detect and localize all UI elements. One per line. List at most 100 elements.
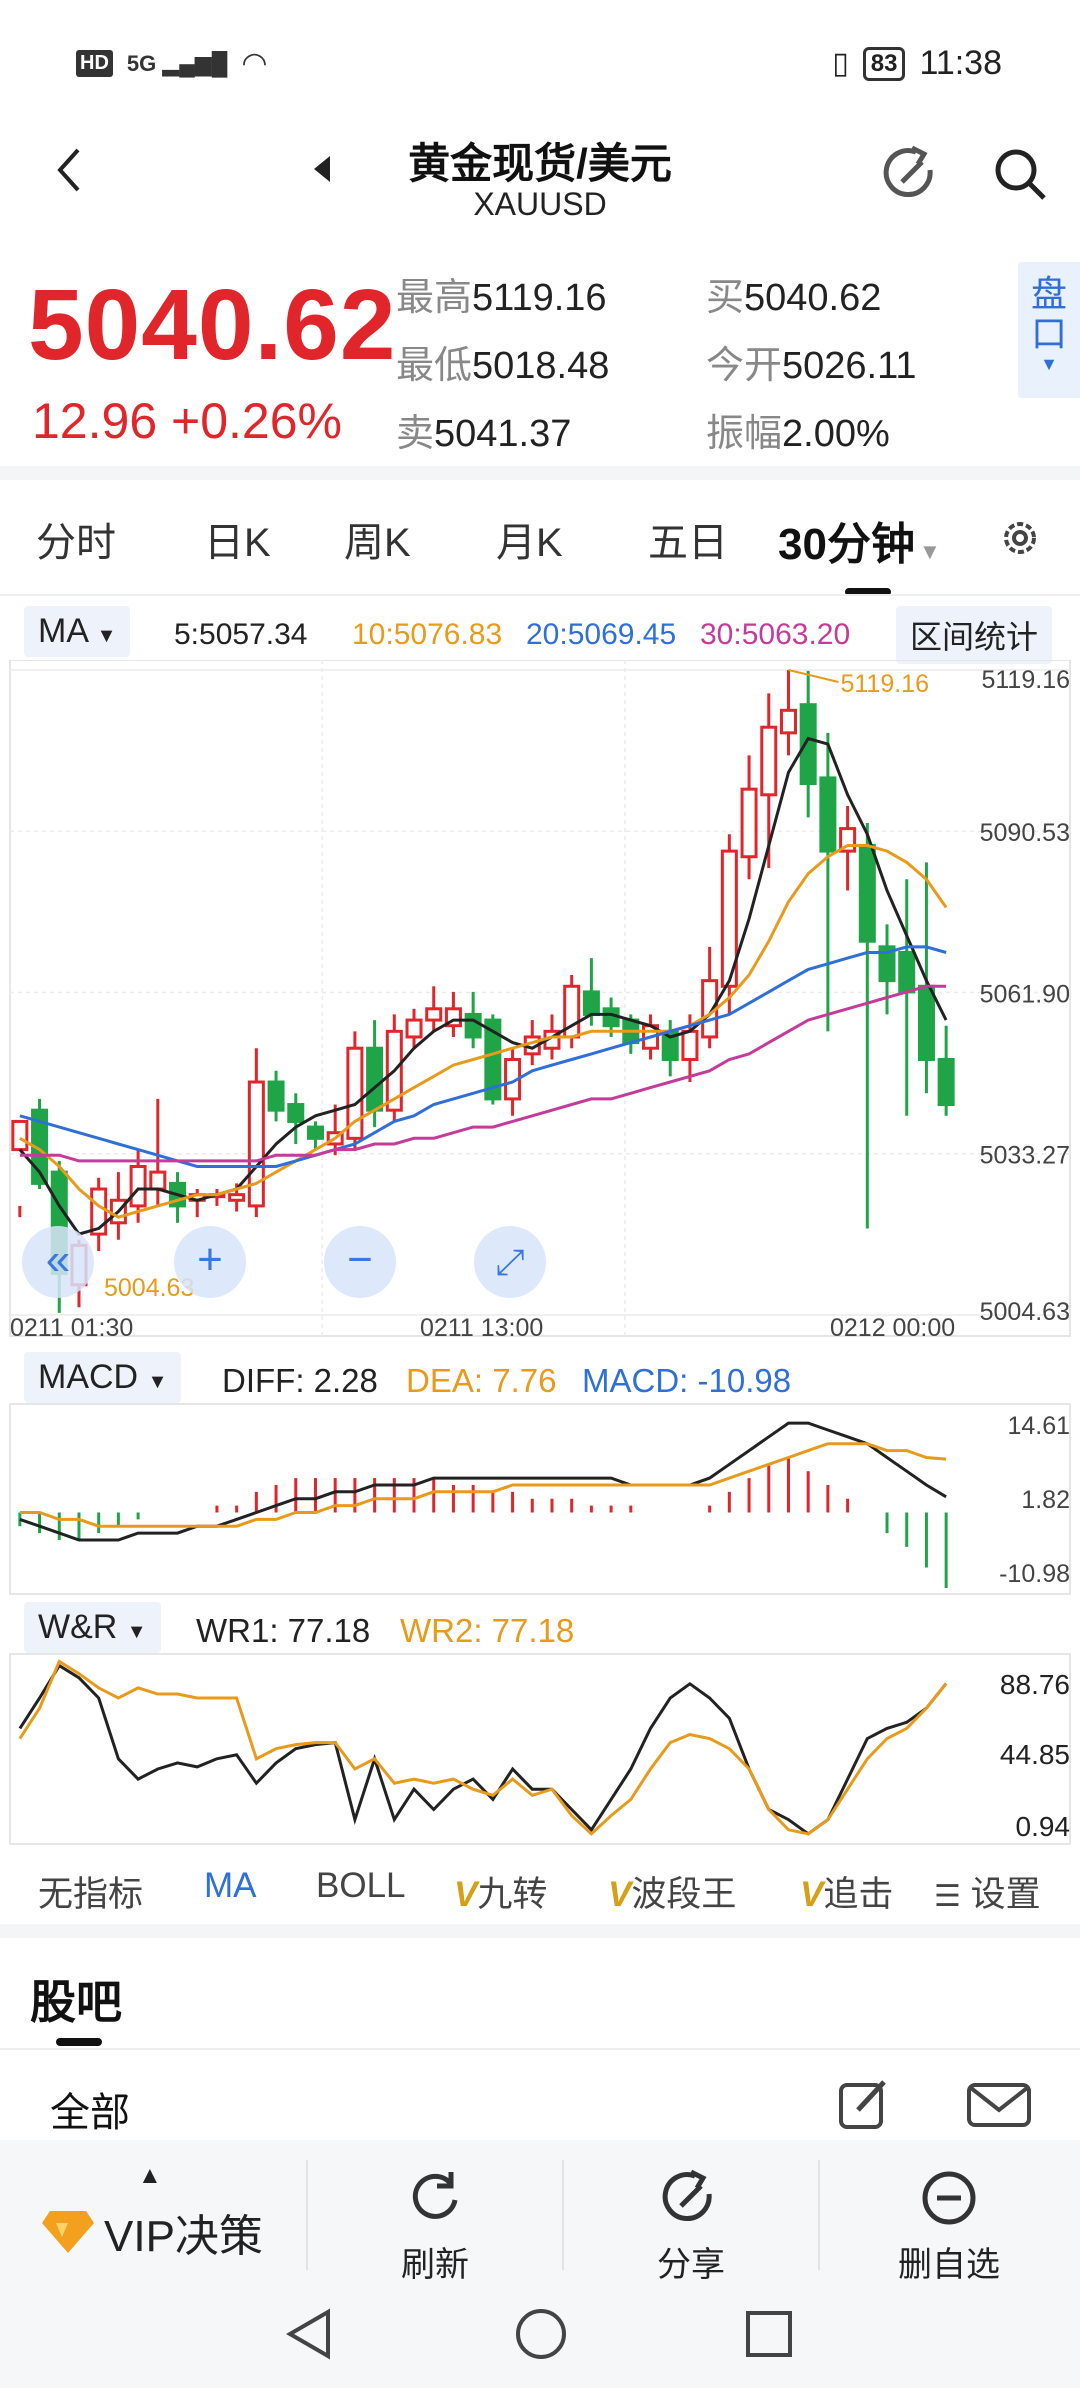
vip-v-icon: V — [454, 1875, 478, 1914]
community-filter-all[interactable]: 全部 — [50, 2080, 130, 2138]
vip-v-icon: V — [800, 1875, 824, 1914]
order-book-label: 盘口 — [1030, 273, 1067, 354]
wr-tick-label: 44.85 — [1000, 1739, 1070, 1770]
community-tab-indicator — [56, 2038, 102, 2046]
candle-body — [11, 1119, 29, 1152]
indicator-none[interactable]: 无指标 — [38, 1866, 143, 1917]
share-icon — [883, 145, 933, 198]
candle-body — [819, 776, 837, 853]
macd-value: MACD: -10.98 — [582, 1362, 792, 1399]
expand-icon: ⤢ — [495, 1241, 525, 1282]
ma-selector[interactable]: MA ▼ — [24, 606, 131, 657]
tab-weekly-k[interactable]: 周K — [344, 510, 411, 568]
chart-frame — [9, 660, 1071, 1337]
edit-icon — [839, 2080, 886, 2129]
current-price: 5040.62 — [28, 269, 397, 381]
candle-body — [898, 950, 916, 994]
order-book-button[interactable]: 盘口 ▼ — [1018, 262, 1080, 398]
stat-open: 今开5026.11 — [706, 334, 917, 389]
status-right: ▯ 83 11:38 — [832, 44, 1002, 83]
tab-monthly-k[interactable]: 月K — [496, 510, 563, 568]
status-left-icons: HD 5G ▂▄▆█ ◠ — [76, 46, 268, 81]
macd-selector-label: MACD — [38, 1358, 139, 1396]
zoom-in-button[interactable]: + — [174, 1226, 246, 1298]
candle-body — [366, 1046, 384, 1112]
circle-home-icon — [516, 2309, 566, 2359]
range-stats-button[interactable]: 区间统计 — [896, 606, 1053, 664]
tab-30min[interactable]: 30分钟 ▼ — [778, 508, 941, 572]
gear-icon — [1004, 522, 1036, 554]
search-button[interactable] — [990, 144, 1050, 209]
scroll-left-button[interactable]: « — [22, 1226, 94, 1298]
share-button-top[interactable] — [882, 144, 942, 209]
minus-icon: − — [347, 1235, 373, 1284]
price-tick-label: 5061.90 — [980, 980, 1070, 1008]
candle-body — [937, 1057, 955, 1107]
sliders-icon: ☰ — [934, 1880, 961, 1913]
macd-tick-label: 1.82 — [1021, 1486, 1070, 1514]
community-title[interactable]: 股吧 — [30, 1966, 122, 2032]
stat-high-value: 5119.16 — [472, 277, 607, 319]
ma-selector-label: MA — [38, 612, 88, 650]
indicator-boduanwang[interactable]: V波段王 — [608, 1866, 736, 1917]
high-marker-label: 5119.16 — [840, 670, 929, 698]
system-recents-button[interactable] — [744, 2306, 794, 2367]
macd-frame — [9, 1403, 1071, 1595]
bar-divider — [562, 2160, 564, 2270]
caret-down-icon: ▼ — [147, 1371, 168, 1393]
clock: 11:38 — [919, 44, 1002, 82]
stat-sell-value: 5041.37 — [434, 413, 572, 455]
vip-decision-button[interactable]: VIP决策 — [40, 2200, 263, 2264]
community-divider — [0, 2048, 1080, 2050]
vibrate-icon: ▯ — [832, 47, 849, 80]
stat-amp-label: 振幅 — [706, 413, 783, 455]
zoom-out-button[interactable]: − — [324, 1226, 396, 1298]
wr-chart[interactable]: 88.76 44.85 0.94 — [0, 1652, 1080, 1848]
share-label: 分享 — [657, 2246, 725, 2284]
mail-icon — [967, 2083, 1031, 2127]
candle-body — [779, 708, 797, 735]
wr-tick-label: 0.94 — [1016, 1811, 1071, 1842]
indicator-zhuiji[interactable]: V追击 — [800, 1866, 920, 1917]
chart-settings-button[interactable] — [996, 514, 1044, 567]
ma10-value: 10:5076.83 — [352, 618, 503, 651]
stat-amplitude: 振幅2.00% — [706, 402, 890, 457]
messages-button[interactable] — [966, 2082, 1032, 2133]
ma20-value: 20:5069.45 — [526, 618, 677, 651]
high-marker-line — [788, 669, 839, 683]
tab-intraday[interactable]: 分时 — [36, 510, 116, 568]
remove-watchlist-button[interactable]: 删自选 — [872, 2168, 1026, 2286]
wr-selector[interactable]: W&R ▼ — [24, 1602, 161, 1653]
caret-down-icon: ▼ — [126, 1621, 147, 1643]
candle-body — [917, 984, 935, 1061]
wifi-icon: ◠ — [241, 47, 268, 80]
indicator-jiuzhuan[interactable]: V九转 — [454, 1866, 547, 1917]
share-button[interactable]: 分享 — [618, 2168, 764, 2286]
stat-high-label: 最高 — [396, 277, 473, 319]
indicator-jiuzhuan-label: 九转 — [477, 1875, 548, 1914]
bar-divider — [306, 2160, 308, 2270]
refresh-button[interactable]: 刷新 — [362, 2168, 508, 2286]
candle-body — [267, 1080, 285, 1112]
candle-body — [306, 1125, 324, 1140]
indicator-boll[interactable]: BOLL — [316, 1866, 406, 1906]
tab-daily-k[interactable]: 日K — [204, 510, 271, 568]
candle-body — [858, 843, 876, 943]
fullscreen-button[interactable]: ⤢ — [474, 1226, 546, 1298]
time-tick-label: 0211 13:00 — [420, 1314, 543, 1342]
system-back-button[interactable] — [284, 2306, 334, 2367]
compose-post-button[interactable] — [836, 2076, 892, 2137]
share-icon — [662, 2169, 712, 2222]
indicator-ma[interactable]: MA — [204, 1866, 257, 1906]
tab-30min-label: 30分钟 — [778, 520, 915, 569]
tab-five-day[interactable]: 五日 — [648, 510, 728, 568]
indicator-settings-button[interactable]: ☰ 设置 — [928, 1866, 1041, 1917]
refresh-label: 刷新 — [401, 2246, 469, 2284]
status-bar: HD 5G ▂▄▆█ ◠ ▯ 83 11:38 — [0, 0, 1080, 120]
macd-selector[interactable]: MACD ▼ — [24, 1352, 182, 1403]
system-home-button[interactable] — [514, 2306, 568, 2367]
macd-chart[interactable]: 14.61 1.82 -10.98 — [0, 1402, 1080, 1596]
time-tick-label: 0211 01:30 — [10, 1314, 133, 1342]
stat-low-value: 5018.48 — [472, 345, 610, 387]
plus-icon: + — [197, 1235, 223, 1284]
